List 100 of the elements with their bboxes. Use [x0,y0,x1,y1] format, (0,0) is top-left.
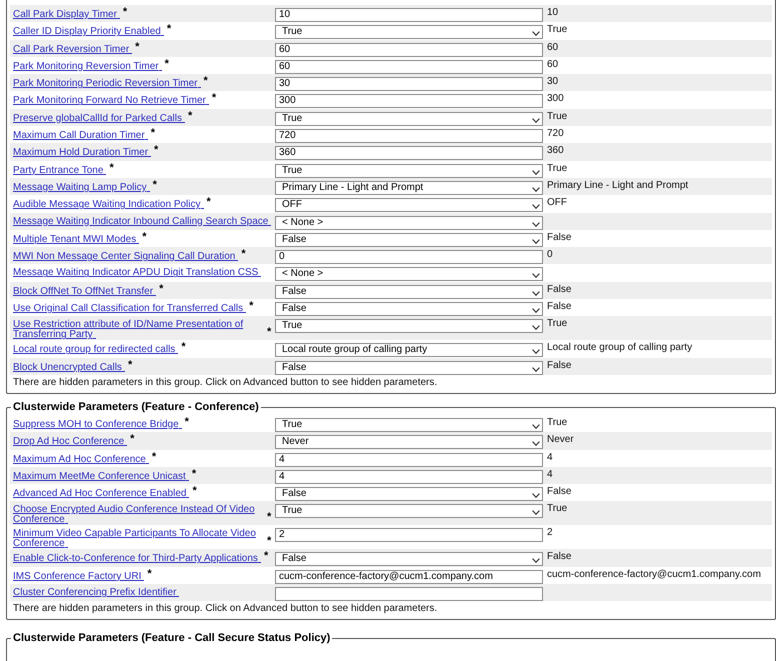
chevron-down-icon [532,31,540,36]
value-text: Never [547,433,574,446]
dropdown[interactable]: Local route group of calling party [275,343,543,358]
chevron-down-icon [532,510,540,516]
text-field[interactable] [275,587,543,602]
parameter-link[interactable]: Use Original Call Classification for Transferred Calls [13,304,246,314]
required-asterisk: * [267,512,272,522]
text-field[interactable]: 0 [275,250,543,264]
value-text: False [547,358,572,372]
chevron-down-icon [532,170,540,175]
dropdown[interactable]: False [275,487,543,502]
dropdown[interactable]: < None > [275,216,543,230]
dropdown[interactable]: True [275,25,543,40]
required-asterisk: * [150,128,155,138]
chevron-down-icon [532,118,540,123]
value-text: False [547,300,572,314]
chevron-down-icon [532,308,540,314]
parameter-link[interactable]: Local route group for redirected calls [13,345,178,356]
required-asterisk: * [152,180,157,190]
required-asterisk: * [128,360,132,370]
required-asterisk: * [152,452,156,462]
parameter-link[interactable]: Park Monitoring Reversion Timer [13,62,162,72]
dropdown[interactable]: True [275,418,543,432]
value-text: 4 [547,468,553,481]
parameter-link[interactable]: Message Waiting Indicator Inbound Calling Search Space [13,216,272,227]
parameter-link[interactable]: Call Park Display Timer [13,10,120,20]
parameter-link[interactable]: Audible Message Waiting Indication Policy [13,200,204,210]
parameter-link[interactable]: Choose Encrypted Audio Conference Instead Of Video Conference [13,505,264,526]
dropdown[interactable]: Never [275,435,543,450]
required-asterisk: * [122,7,128,17]
text-field[interactable]: 4 [275,470,543,484]
parameter-link[interactable]: Block Unencrypted Calls [13,362,125,373]
required-asterisk: * [267,327,272,338]
text-field[interactable]: cucm-conference-factory@cucm1.company.com [275,570,543,584]
value-text: OFF [547,196,567,210]
dropdown[interactable]: True [275,504,543,518]
required-asterisk: * [159,284,164,294]
parameter-link[interactable]: Suppress MOH to Conference Bridge [13,420,182,430]
parameter-link[interactable]: Multiple Tenant MWI Modes [13,234,140,245]
parameter-link[interactable]: Minimum Video Capable Participants To Allocate Video Conference [13,529,264,550]
text-field[interactable]: 300 [275,94,543,108]
parameter-link[interactable]: IMS Conference Factory URI [13,572,144,582]
text-field[interactable]: 60 [275,60,543,74]
dropdown[interactable]: True [275,164,543,178]
parameter-link[interactable]: Maximum Hold Duration Timer [13,148,152,158]
parameter-link[interactable]: Cluster Conferencing Prefix Identifier [13,588,180,598]
dropdown[interactable]: False [275,360,543,375]
parameter-link[interactable]: Maximum Call Duration Timer [13,131,148,142]
value-text: Local route group of calling party [547,341,692,354]
dropdown[interactable]: True [275,319,543,334]
parameter-link[interactable]: Advanced Ad Hoc Conference Enabled [13,489,190,500]
chevron-down-icon [532,186,540,192]
required-asterisk: * [181,342,186,352]
text-field[interactable]: 10 [275,8,543,22]
parameter-link[interactable]: Use Restriction attribute of ID/Name Presentation of Transferring Party [13,320,264,340]
required-asterisk: * [130,434,134,444]
text-field[interactable]: 60 [275,42,543,57]
parameter-link[interactable]: Call Park Reversion Timer [13,44,132,55]
chevron-down-icon [532,290,540,296]
value-text: False [547,282,572,296]
parameter-link[interactable]: Preserve globalCallId for Parked Calls [13,114,185,124]
group-title: Clusterwide Parameters (Feature - Call Secure Status Policy) [12,632,332,646]
dropdown[interactable]: False [275,232,543,247]
chevron-down-icon [532,273,540,278]
text-field[interactable]: 30 [275,77,543,92]
dropdown[interactable]: False [275,302,543,316]
parameter-link[interactable]: Enable Click-to-Conference for Third-Party Applications [13,554,261,564]
chevron-down-icon [532,349,540,354]
value-text: 720 [547,127,564,140]
parameter-link[interactable]: Drop Ad Hoc Conference [13,437,128,448]
required-asterisk: * [192,468,196,479]
parameter-link[interactable]: Message Waiting Indicator APDU Digit Translation CSS [13,268,262,278]
dropdown[interactable]: True [275,112,543,126]
dropdown[interactable]: OFF [275,198,543,212]
parameter-link[interactable]: Park Monitoring Periodic Reversion Timer [13,79,201,90]
required-asterisk: * [154,145,158,156]
chevron-down-icon [532,424,540,429]
dropdown[interactable]: False [275,552,543,566]
required-asterisk: * [135,42,140,52]
parameter-link[interactable]: Block OffNet To OffNet Transfer [13,286,156,297]
text-field[interactable]: 4 [275,452,543,467]
parameter-link[interactable]: Party Entrance Tone [13,166,106,176]
dropdown[interactable]: Primary Line - Light and Prompt [275,180,543,195]
dropdown[interactable]: < None > [275,267,543,282]
required-asterisk: * [109,162,114,173]
required-asterisk: * [147,568,152,579]
parameter-link[interactable]: Maximum MeetMe Conference Unicast [13,472,189,482]
parameter-link[interactable]: Message Waiting Lamp Policy [13,182,150,193]
text-field[interactable]: 2 [275,528,543,542]
parameter-link[interactable]: MWI Non Message Center Signaling Call Duration [13,252,238,262]
text-field[interactable]: 360 [275,146,543,160]
value-text: cucm-conference-factory@cucm1.company.com [547,568,761,581]
parameter-link[interactable]: Caller ID Display Priority Enabled [13,27,164,38]
chevron-down-icon [532,366,540,372]
dropdown[interactable]: False [275,284,543,299]
value-text: True [547,23,568,36]
parameter-link[interactable]: Maximum Ad Hoc Conference [13,454,149,465]
parameter-link[interactable]: Park Monitoring Forward No Retrieve Timer [13,96,209,106]
required-asterisk: * [142,232,146,242]
text-field[interactable]: 720 [275,129,543,144]
